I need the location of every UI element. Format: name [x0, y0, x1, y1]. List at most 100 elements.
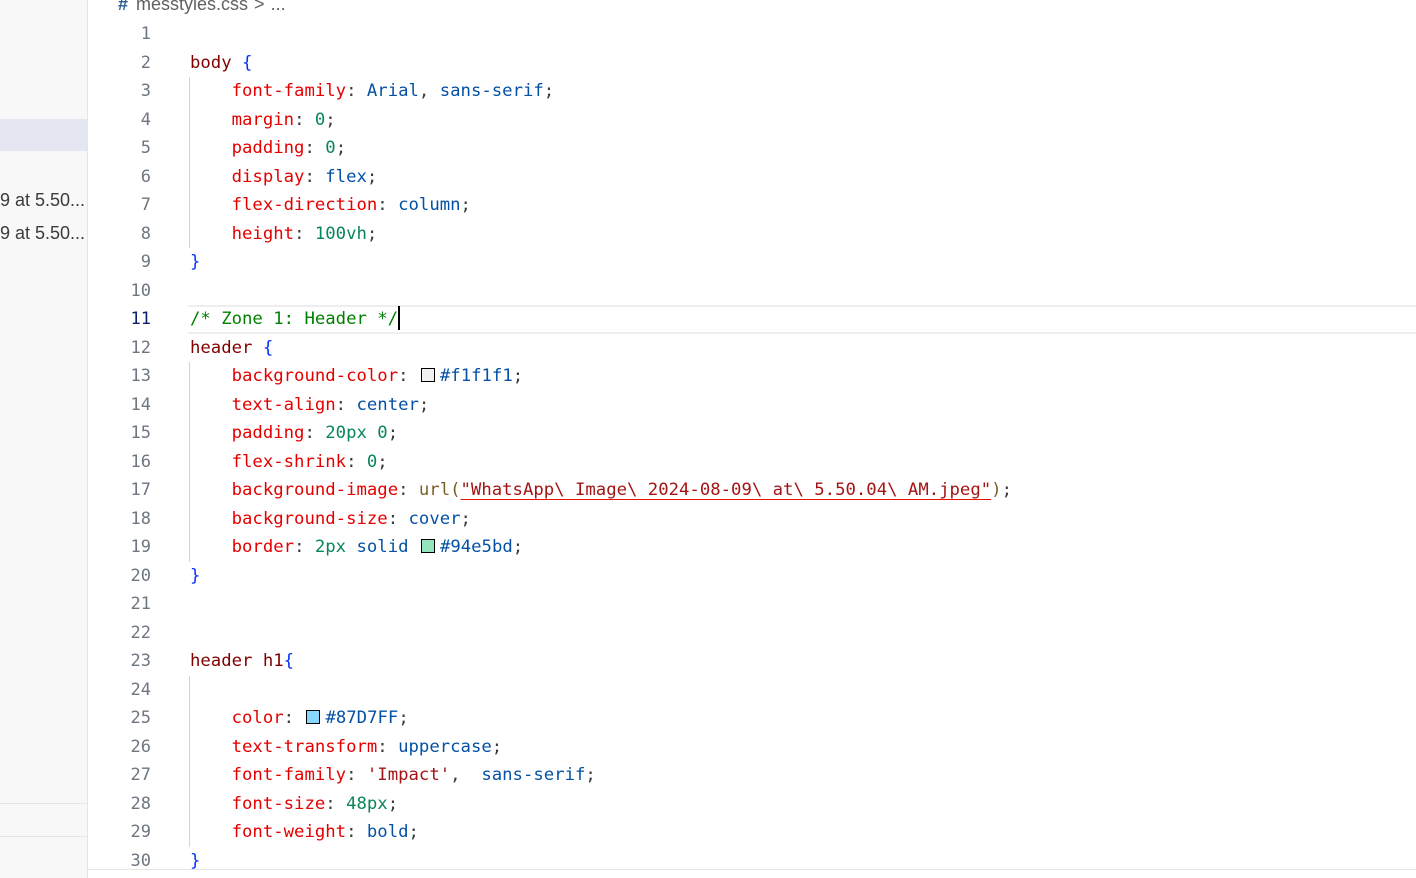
code-line[interactable]: 18 background-size: cover; [88, 505, 1416, 534]
code-line[interactable]: 29 font-weight: bold; [88, 818, 1416, 847]
code-line[interactable]: 21 [88, 590, 1416, 619]
code-line[interactable]: 26 text-transform: uppercase; [88, 733, 1416, 762]
token-punc: ; [335, 138, 347, 158]
code-line[interactable]: 25 color: #87D7FF; [88, 704, 1416, 733]
color-swatch-icon[interactable] [306, 710, 321, 724]
token-punc: ; [543, 81, 555, 101]
line-number: 2 [140, 52, 151, 73]
code-line[interactable]: 1 [88, 20, 1416, 49]
text-cursor [398, 306, 401, 330]
code-line[interactable]: 15 padding: 20px 0; [88, 419, 1416, 448]
code-line[interactable]: 10 [88, 277, 1416, 306]
code-text: header { [190, 334, 273, 363]
code-text: background-color: #f1f1f1; [190, 362, 524, 391]
token-prop: flex-direction [231, 195, 378, 215]
color-swatch-icon[interactable] [420, 368, 435, 382]
token-val: column [398, 195, 461, 215]
token-num: 0 [366, 451, 378, 472]
code-line[interactable]: 12 header { [88, 334, 1416, 363]
token-punc: : [294, 109, 315, 130]
token-punc: : [346, 81, 367, 101]
token-prop: font-family [231, 765, 347, 785]
color-swatch-icon[interactable] [420, 539, 435, 553]
code-line[interactable]: 11 /* Zone 1: Header */ [88, 305, 1416, 334]
code-line[interactable]: 27 font-family: 'Impact', sans-serif; [88, 761, 1416, 790]
token-punc: : [304, 166, 326, 187]
token-num: 20px 0 [325, 423, 388, 443]
token-ind [190, 224, 232, 244]
code-line[interactable]: 2 body { [88, 49, 1416, 78]
token-punc: ; [377, 451, 388, 472]
token-ind [190, 452, 232, 472]
token-sel: header [190, 337, 263, 358]
line-number: 26 [130, 736, 151, 757]
breadcrumb-file[interactable]: messtyles.css [136, 0, 248, 14]
code-text: body { [190, 49, 252, 78]
sidebar-file-item[interactable]: 9 at 5.50... [0, 190, 87, 211]
breadcrumb[interactable]: # messtyles.css >... [118, 0, 286, 15]
explorer-sidebar: 9 at 5.50... 9 at 5.50... [0, 0, 88, 878]
code-text: background-size: cover; [190, 505, 471, 534]
code-line[interactable]: 4 margin: 0; [88, 106, 1416, 135]
indent-guide [189, 362, 190, 562]
code-line[interactable]: 8 height: 100vh; [88, 220, 1416, 249]
code-line[interactable]: 17 background-image: url("WhatsApp\ Imag… [88, 476, 1416, 505]
code-line[interactable]: 7 flex-direction: column; [88, 191, 1416, 220]
token-brace: { [242, 52, 253, 73]
token-val: Arial [366, 81, 419, 101]
code-line[interactable]: 20} [88, 562, 1416, 591]
token-punc: ; [418, 394, 430, 415]
sidebar-selected-item[interactable] [0, 119, 87, 151]
indent-guide [189, 675, 190, 847]
css-file-icon: # [118, 0, 129, 14]
line-number: 24 [130, 679, 151, 700]
token-prop: background-size [231, 508, 388, 529]
sidebar-file-item[interactable]: 9 at 5.50... [0, 223, 87, 244]
code-line[interactable]: 6 display: flex; [88, 163, 1416, 192]
line-number: 6 [140, 166, 151, 187]
token-ind [190, 110, 232, 130]
token-prop: height [231, 223, 295, 244]
code-text: font-weight: bold; [190, 818, 419, 847]
token-ind [190, 708, 232, 728]
code-text: text-transform: uppercase; [190, 733, 503, 762]
line-number: 9 [140, 252, 151, 272]
code-text: padding: 0; [190, 134, 346, 163]
breadcrumb-more[interactable]: ... [271, 0, 286, 14]
code-text: background-image: url("WhatsApp\ Image\ … [190, 476, 1012, 505]
code-line[interactable]: 9} [88, 248, 1416, 277]
token-val: center [356, 394, 419, 415]
token-prop: padding [231, 138, 305, 158]
horizontal-scrollbar[interactable] [88, 869, 1416, 878]
code-line[interactable]: 23 header h1{ [88, 647, 1416, 676]
token-punc: , [450, 765, 482, 785]
code-line[interactable]: 22 [88, 619, 1416, 648]
code-line[interactable]: 16 flex-shrink: 0; [88, 448, 1416, 477]
token-val: #f1f1f1 [439, 366, 513, 386]
token-punc: ; [512, 366, 524, 386]
token-punc: : [304, 423, 326, 443]
code-editor[interactable]: 1 2 body {3 font-family: Arial, sans-serif… [88, 20, 1416, 871]
token-fn: url( [418, 480, 461, 500]
indent-guide [189, 77, 190, 248]
code-line[interactable]: 14 text-align: center; [88, 391, 1416, 420]
token-val: sans-serif [439, 81, 544, 101]
token-val: cover [408, 508, 461, 529]
code-line[interactable]: 19 border: 2px solid #94e5bd; [88, 533, 1416, 562]
code-line[interactable]: 13 background-color: #f1f1f1; [88, 362, 1416, 391]
line-number: 23 [130, 651, 151, 671]
token-ind [190, 537, 232, 557]
code-line[interactable]: 24 [88, 676, 1416, 705]
line-number: 25 [130, 708, 151, 728]
line-number: 27 [130, 765, 151, 785]
token-punc: : [346, 822, 367, 842]
token-ind [190, 395, 232, 415]
code-line[interactable]: 5 padding: 0; [88, 134, 1416, 163]
code-line[interactable]: 28 font-size: 48px; [88, 790, 1416, 819]
code-text: } [190, 562, 200, 591]
code-line[interactable]: 3 font-family: Arial, sans-serif; [88, 77, 1416, 106]
line-number: 3 [140, 81, 151, 101]
token-punc: ; [398, 708, 409, 728]
token-fn: ) [991, 480, 1002, 500]
line-number: 5 [140, 138, 151, 158]
